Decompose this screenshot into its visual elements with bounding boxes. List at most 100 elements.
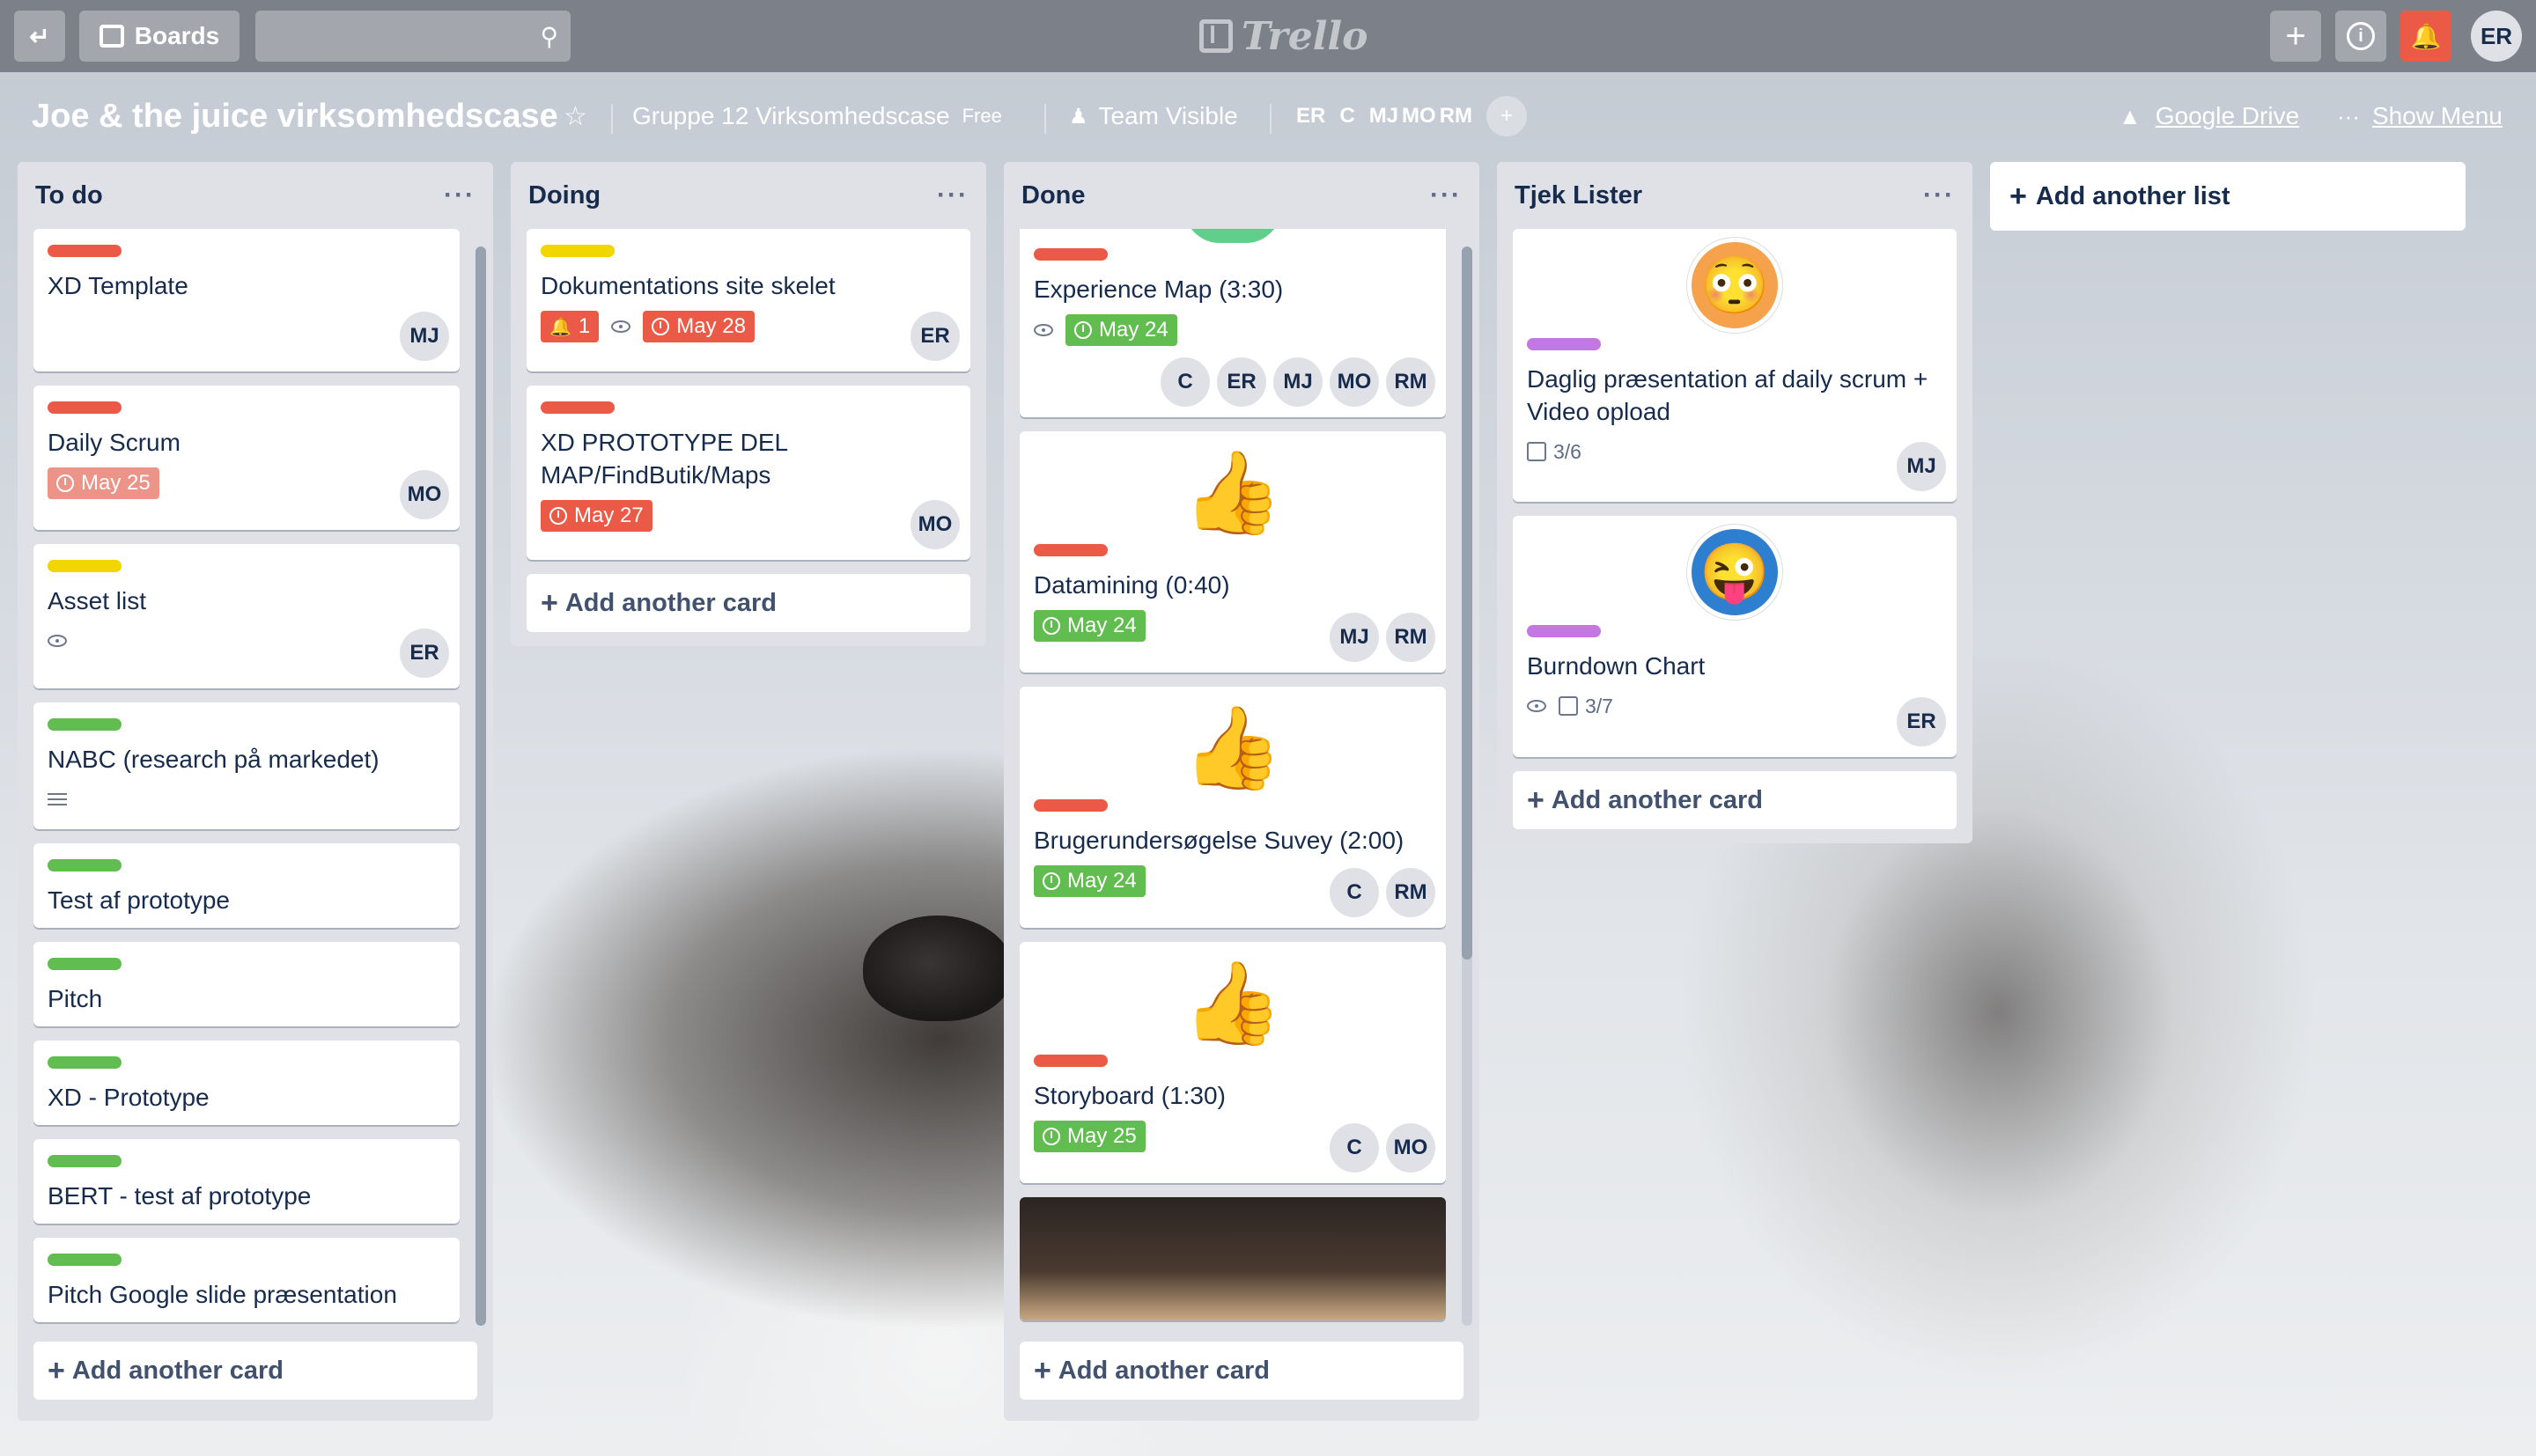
- show-menu-button[interactable]: ··· Show Menu: [2337, 102, 2503, 130]
- back-button[interactable]: ↵: [14, 11, 65, 62]
- label-red[interactable]: [1034, 544, 1108, 556]
- member-avatar[interactable]: MO: [400, 470, 449, 519]
- member-avatar[interactable]: ER: [1217, 357, 1266, 407]
- label-red[interactable]: [1034, 248, 1108, 261]
- list-menu-icon[interactable]: ···: [937, 180, 969, 210]
- member-avatar[interactable]: MJ: [1330, 613, 1379, 662]
- invite-member-icon[interactable]: +: [1486, 96, 1528, 136]
- card[interactable]: BERT - test af prototype: [33, 1139, 460, 1224]
- label-green[interactable]: [48, 859, 122, 871]
- card[interactable]: 👍 Brugerundersøgelse Suvey (2:00) May 24…: [1020, 687, 1446, 928]
- member-avatar[interactable]: ER: [910, 312, 960, 361]
- label-red[interactable]: [1034, 1055, 1108, 1067]
- label-green[interactable]: [48, 958, 122, 970]
- card[interactable]: Test af prototype: [33, 843, 460, 928]
- label-green[interactable]: [48, 1155, 122, 1167]
- add-card-button[interactable]: + Add another card: [527, 574, 970, 632]
- boards-button[interactable]: Boards: [79, 11, 240, 62]
- card[interactable]: Daily Scrum May 25 MO: [33, 386, 460, 530]
- member-avatar[interactable]: RM: [1386, 613, 1435, 662]
- member-avatar[interactable]: MJ: [400, 312, 449, 361]
- list-scrollbar[interactable]: [476, 246, 486, 1326]
- member-avatar[interactable]: C: [1330, 1123, 1379, 1173]
- label-yellow[interactable]: [541, 245, 615, 257]
- due-date-badge[interactable]: May 27: [541, 500, 652, 532]
- card[interactable]: 👍 Storyboard (1:30) May 25 C MO: [1020, 942, 1446, 1183]
- list-menu-icon[interactable]: ···: [444, 180, 476, 210]
- label-red[interactable]: [48, 245, 122, 257]
- visibility-button[interactable]: ♟ Team Visible: [1069, 102, 1238, 130]
- notifications-button[interactable]: 🔔: [2400, 11, 2451, 62]
- card-cover-image[interactable]: [1020, 1197, 1446, 1320]
- google-drive-button[interactable]: ▲ Google Drive: [2119, 102, 2299, 130]
- list-title[interactable]: To do: [35, 181, 103, 210]
- star-icon[interactable]: ☆: [564, 101, 587, 132]
- due-date-badge[interactable]: May 24: [1034, 610, 1146, 642]
- due-date-badge[interactable]: May 24: [1034, 865, 1146, 897]
- due-date-badge[interactable]: May 25: [1034, 1121, 1146, 1152]
- label-purple[interactable]: [1527, 625, 1601, 637]
- member-avatar[interactable]: RM: [1386, 868, 1435, 917]
- member-RM[interactable]: RM: [1440, 104, 1472, 129]
- member-avatar[interactable]: ER: [400, 629, 449, 678]
- member-avatar[interactable]: MJ: [1897, 442, 1946, 491]
- search-input[interactable]: ⚲: [255, 11, 571, 62]
- member-avatar[interactable]: ER: [1897, 697, 1946, 746]
- card[interactable]: Experience Map (3:30) May 24 C ER MJ MO …: [1020, 229, 1446, 417]
- card[interactable]: XD Template MJ: [33, 229, 460, 371]
- member-avatar[interactable]: C: [1161, 357, 1210, 407]
- list-menu-icon[interactable]: ···: [1923, 180, 1955, 210]
- notification-badge[interactable]: 🔔 1: [541, 311, 600, 342]
- scrollbar-thumb[interactable]: [476, 246, 486, 1326]
- card[interactable]: XD PROTOTYPE DEL MAP/FindButik/Maps May …: [527, 386, 970, 560]
- card[interactable]: Pitch Google slide præsentation: [33, 1238, 460, 1322]
- label-red[interactable]: [48, 401, 122, 414]
- add-card-button[interactable]: + Add another card: [1020, 1342, 1463, 1400]
- card[interactable]: XD - Prototype: [33, 1041, 460, 1125]
- checklist-badge[interactable]: 3/7: [1559, 695, 1613, 718]
- card[interactable]: 👍 Datamining (0:40) May 24 MJ RM: [1020, 431, 1446, 673]
- member-MJ[interactable]: MJ: [1369, 104, 1398, 129]
- due-date-badge[interactable]: May 24: [1065, 314, 1177, 346]
- label-purple[interactable]: [1527, 338, 1601, 350]
- card[interactable]: 😳 Daglig præsentation af daily scrum + V…: [1513, 229, 1957, 502]
- list-title[interactable]: Doing: [528, 181, 601, 210]
- trello-logo[interactable]: Trello: [1199, 12, 1368, 60]
- card[interactable]: NABC (research på markedet): [33, 702, 460, 829]
- member-C[interactable]: C: [1339, 104, 1354, 129]
- card[interactable]: Pitch: [33, 942, 460, 1026]
- user-avatar[interactable]: ER: [2471, 11, 2522, 62]
- add-card-button[interactable]: + Add another card: [33, 1342, 477, 1400]
- member-ER[interactable]: ER: [1296, 104, 1325, 129]
- checklist-badge[interactable]: 3/6: [1527, 440, 1581, 464]
- label-green[interactable]: [48, 718, 122, 731]
- label-red[interactable]: [541, 401, 615, 414]
- member-avatar[interactable]: RM: [1386, 357, 1435, 407]
- label-red[interactable]: [1034, 799, 1108, 812]
- list-title[interactable]: Tjek Lister: [1515, 181, 1642, 210]
- member-MO[interactable]: MO: [1402, 104, 1436, 129]
- label-green[interactable]: [48, 1056, 122, 1069]
- add-card-button[interactable]: + Add another card: [1513, 771, 1957, 829]
- info-button[interactable]: i: [2335, 11, 2386, 62]
- card[interactable]: 😜 Burndown Chart 3/7 ER: [1513, 516, 1957, 757]
- due-date-badge[interactable]: May 25: [48, 467, 159, 499]
- card[interactable]: Asset list ER: [33, 544, 460, 688]
- add-list-button[interactable]: + Add another list: [1990, 162, 2466, 231]
- member-avatar[interactable]: MO: [1386, 1123, 1435, 1173]
- list-scrollbar[interactable]: [1462, 246, 1472, 1326]
- scrollbar-thumb[interactable]: [1462, 246, 1472, 960]
- member-avatar[interactable]: MO: [910, 500, 960, 549]
- member-avatar[interactable]: C: [1330, 868, 1379, 917]
- team-button[interactable]: Gruppe 12 Virksomhedscase Free: [632, 102, 1002, 130]
- list-menu-icon[interactable]: ···: [1430, 180, 1462, 210]
- create-button[interactable]: +: [2270, 11, 2321, 62]
- label-yellow[interactable]: [48, 560, 122, 572]
- board-title[interactable]: Joe & the juice virksomhedscase: [32, 98, 558, 136]
- card[interactable]: Dokumentations site skelet 🔔 1 May 28 ER: [527, 229, 970, 371]
- due-date-badge[interactable]: May 28: [643, 311, 755, 342]
- list-title[interactable]: Done: [1021, 181, 1086, 210]
- label-green[interactable]: [48, 1254, 122, 1266]
- member-avatar[interactable]: MO: [1330, 357, 1379, 407]
- member-avatar[interactable]: MJ: [1273, 357, 1323, 407]
